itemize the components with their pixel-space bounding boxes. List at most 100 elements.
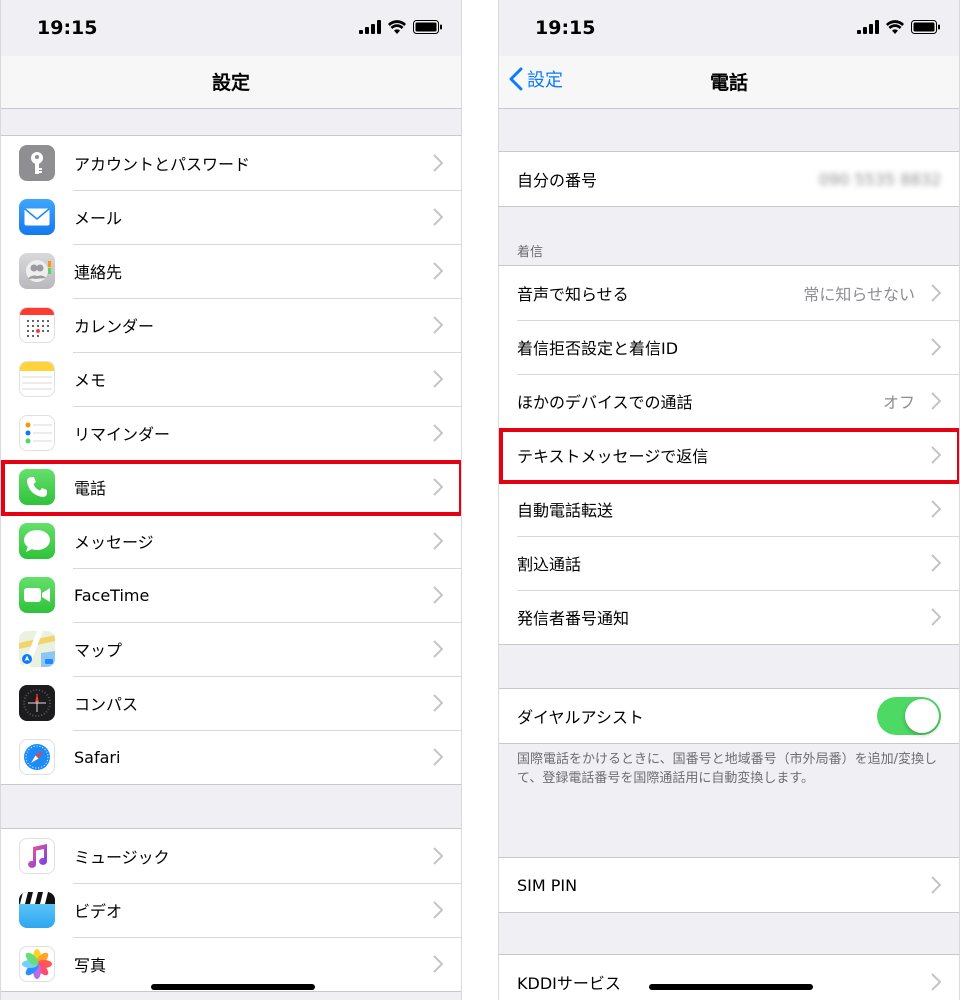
reminders-icon: [19, 415, 55, 451]
my-number-value: 090 5535 8832: [818, 169, 941, 189]
dial-assist-toggle[interactable]: [877, 697, 941, 735]
row-label: リマインダー: [74, 425, 171, 444]
battery-icon: [413, 20, 442, 34]
settings-item-notes[interactable]: メモ: [1, 352, 461, 406]
chevron-right-icon: [931, 392, 941, 410]
settings-item-music[interactable]: ミュージック: [1, 829, 461, 883]
settings-item-messages[interactable]: メッセージ: [1, 514, 461, 568]
chevron-right-icon: [931, 284, 941, 302]
settings-item-calendar[interactable]: カレンダー: [1, 298, 461, 352]
settings-item-photos[interactable]: 写真: [1, 937, 461, 991]
settings-item-maps[interactable]: マップ: [1, 622, 461, 676]
settings-item-videos[interactable]: ビデオ: [1, 883, 461, 937]
music-icon: [19, 838, 55, 874]
sim-pin-row[interactable]: SIM PIN: [499, 858, 959, 912]
facetime-icon: [19, 577, 55, 613]
settings-item-reminders[interactable]: リマインダー: [1, 406, 461, 460]
chevron-right-icon: [931, 554, 941, 572]
notes-icon: [19, 361, 55, 397]
settings-item-mail[interactable]: メール: [1, 190, 461, 244]
highlight-phone-row: [1, 460, 461, 516]
settings-item-contacts[interactable]: 連絡先: [1, 244, 461, 298]
row-label: コンパス: [74, 695, 139, 714]
page-title: 設定: [211, 72, 250, 94]
chevron-right-icon: [433, 370, 443, 388]
call-waiting-row[interactable]: 割込通話: [499, 536, 959, 590]
row-label: FaceTime: [74, 585, 150, 605]
call-blocking-row[interactable]: 着信拒否設定と着信ID: [499, 320, 959, 374]
settings-group-media: ミュージック ビデオ 写真: [1, 828, 461, 992]
settings-item-compass[interactable]: コンパス: [1, 676, 461, 730]
dial-assist-note: 国際電話をかけるときに、国番号と地域番号（市外局番）を追加/変換して、登録電話番…: [517, 752, 937, 786]
my-number-group: 自分の番号 090 5535 8832: [499, 151, 959, 207]
chevron-right-icon: [433, 154, 443, 172]
row-label: 写真: [74, 956, 107, 975]
sim-group: SIM PIN: [499, 857, 959, 913]
chevron-right-icon: [433, 208, 443, 226]
key-icon: [19, 145, 55, 181]
my-number-row[interactable]: 自分の番号 090 5535 8832: [499, 152, 959, 206]
chevron-right-icon: [931, 876, 941, 894]
show-caller-id-row[interactable]: 発信者番号通知: [499, 590, 959, 644]
chevron-right-icon: [433, 532, 443, 550]
chevron-right-icon: [433, 748, 443, 766]
dial-assist-group: ダイヤルアシスト: [499, 688, 959, 744]
row-label: 音声で知らせる: [517, 285, 629, 304]
chevron-right-icon: [433, 955, 443, 973]
status-bar: 19:15: [1, 0, 461, 56]
row-label: ダイヤルアシスト: [517, 708, 644, 727]
chevron-right-icon: [433, 424, 443, 442]
announce-calls-row[interactable]: 音声で知らせる 常に知らせない: [499, 266, 959, 320]
chevron-right-icon: [433, 901, 443, 919]
row-label: SIM PIN: [517, 875, 578, 895]
call-forwarding-row[interactable]: 自動電話転送: [499, 482, 959, 536]
phone-settings-screen: 19:15 設定 電話 自分の番号 090 5535 8832 着信 音声で知ら…: [498, 0, 960, 1000]
toggle-knob: [905, 699, 939, 733]
kddi-services-row[interactable]: KDDIサービス: [499, 955, 959, 1000]
wifi-icon: [388, 20, 406, 34]
row-label: マップ: [74, 641, 123, 660]
home-indicator: [151, 984, 315, 990]
row-label: Safari: [74, 747, 121, 767]
status-time: 19:15: [37, 17, 98, 39]
row-label: メール: [74, 209, 123, 228]
chevron-right-icon: [433, 586, 443, 604]
row-label: 着信拒否設定と着信ID: [517, 339, 679, 358]
chevron-right-icon: [931, 608, 941, 626]
video-icon: [19, 892, 55, 928]
chevron-right-icon: [433, 847, 443, 865]
safari-icon: [19, 739, 55, 775]
row-label: 自分の番号: [517, 171, 598, 190]
settings-item-safari[interactable]: Safari: [1, 730, 461, 784]
settings-item-accounts[interactable]: アカウントとパスワード: [1, 136, 461, 190]
mail-icon: [19, 199, 55, 235]
row-label: 発信者番号通知: [517, 609, 630, 628]
row-label: ミュージック: [74, 848, 170, 867]
other-devices-row[interactable]: ほかのデバイスでの通話 オフ: [499, 374, 959, 428]
settings-item-facetime[interactable]: FaceTime: [1, 568, 461, 622]
row-label: カレンダー: [74, 317, 155, 336]
chevron-right-icon: [433, 640, 443, 658]
status-icons: [359, 20, 443, 34]
dial-assist-row: ダイヤルアシスト: [499, 689, 959, 743]
row-label: ほかのデバイスでの通話: [517, 393, 693, 412]
row-label: メッセージ: [74, 533, 154, 552]
row-label: 連絡先: [74, 263, 123, 282]
navbar: 設定 電話: [499, 56, 959, 109]
highlight-reply-row: [499, 428, 959, 484]
row-label: アカウントとパスワード: [74, 155, 251, 174]
status-icons: [857, 20, 941, 34]
signal-icon: [857, 20, 879, 34]
compass-icon: [19, 685, 55, 721]
chevron-right-icon: [433, 316, 443, 334]
chevron-right-icon: [433, 262, 443, 280]
messages-icon: [19, 523, 55, 559]
status-bar: 19:15: [499, 0, 959, 56]
row-label: 自動電話転送: [517, 501, 614, 520]
chevron-right-icon: [931, 338, 941, 356]
row-label: メモ: [74, 371, 107, 390]
chevron-right-icon: [931, 973, 941, 991]
wifi-icon: [886, 20, 904, 34]
chevron-right-icon: [931, 500, 941, 518]
chevron-right-icon: [433, 694, 443, 712]
